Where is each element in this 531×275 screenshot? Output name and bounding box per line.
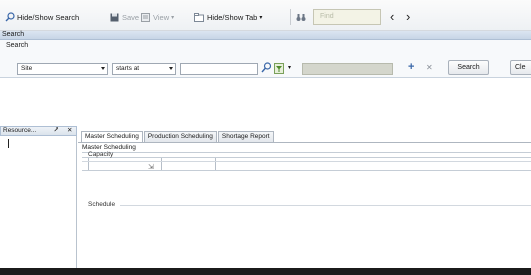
- filter-icon: [274, 63, 284, 74]
- find-options-button[interactable]: [296, 10, 306, 24]
- hide-show-tab-label: Hide/Show Tab: [207, 12, 258, 22]
- save-button[interactable]: Save: [110, 10, 139, 24]
- clear-button[interactable]: Cle: [510, 60, 531, 75]
- lookup-button[interactable]: [261, 62, 272, 75]
- operator-select-value: starts at: [116, 65, 140, 72]
- floppy-disk-icon: [110, 13, 119, 21]
- resource-pane-header: Resource... ⭷ ✕: [0, 126, 77, 136]
- remove-criteria-icon[interactable]: ✕: [426, 63, 433, 72]
- previous-arrow-icon[interactable]: ‹: [390, 9, 394, 24]
- tab-production-scheduling[interactable]: Production Scheduling: [143, 131, 217, 142]
- binoculars-icon: [296, 13, 306, 21]
- grid-column-separator: [88, 158, 89, 170]
- pin-icon[interactable]: ⭷: [54, 127, 58, 135]
- close-icon[interactable]: ✕: [67, 127, 72, 135]
- tab-strip: Master Scheduling Production Scheduling …: [81, 131, 275, 142]
- filter-button[interactable]: [274, 63, 284, 76]
- title-divider: [82, 152, 531, 153]
- view-button[interactable]: View ▾: [141, 10, 174, 24]
- hide-show-search-label: Hide/Show Search: [17, 12, 80, 22]
- toolbar-divider: [290, 9, 291, 25]
- add-criteria-icon[interactable]: +: [408, 61, 414, 73]
- tab-icon: [194, 12, 204, 22]
- hide-show-search-button[interactable]: Hide/Show Search: [5, 10, 79, 24]
- search-panel-border: [0, 77, 531, 78]
- schedule-section-label: Schedule: [88, 201, 116, 208]
- dropdown-arrow-icon: [169, 67, 173, 70]
- search-subheader: Search: [6, 42, 29, 49]
- resize-cursor-icon: ⇲: [148, 164, 154, 171]
- search-button[interactable]: Search: [448, 60, 489, 75]
- dropdown-arrow-icon: [101, 67, 105, 70]
- capacity-section-label: Capacity: [88, 151, 114, 158]
- main-toolbar: Hide/Show Search Save View ▾ Hide/Show T…: [0, 0, 531, 31]
- grid-column-separator[interactable]: [161, 158, 162, 170]
- magnifier-icon: [261, 62, 272, 73]
- hide-show-tab-button[interactable]: Hide/Show Tab ▾: [194, 10, 262, 24]
- filter-dropdown-icon[interactable]: ▾: [288, 64, 291, 71]
- next-arrow-icon[interactable]: ›: [406, 9, 410, 24]
- chevron-down-icon: ▾: [171, 14, 175, 21]
- search-icon: [5, 12, 15, 22]
- criteria-display: [302, 63, 393, 75]
- capacity-section-divider: [82, 161, 531, 162]
- taskbar-edge: [0, 268, 531, 275]
- field-select[interactable]: Site: [17, 63, 108, 75]
- view-icon: [141, 12, 150, 22]
- search-section-header: Search: [0, 31, 531, 40]
- text-caret: [8, 139, 9, 148]
- grid-column-separator[interactable]: [215, 158, 216, 170]
- resource-pane-title: Resource...: [3, 127, 37, 134]
- schedule-section-divider: [120, 205, 531, 206]
- find-input[interactable]: Find: [313, 9, 381, 25]
- resource-pane[interactable]: [0, 136, 77, 268]
- field-select-value: Site: [21, 65, 33, 72]
- operator-select[interactable]: starts at: [112, 63, 176, 75]
- tab-shortage-report[interactable]: Shortage Report: [217, 131, 274, 142]
- tab-master-scheduling[interactable]: Master Scheduling: [81, 131, 143, 142]
- view-label: View: [153, 12, 170, 22]
- save-label: Save: [122, 12, 140, 22]
- master-scheduling-title: Master Scheduling: [82, 144, 136, 151]
- search-value-input[interactable]: [180, 63, 258, 75]
- chevron-down-icon: ▾: [259, 14, 263, 21]
